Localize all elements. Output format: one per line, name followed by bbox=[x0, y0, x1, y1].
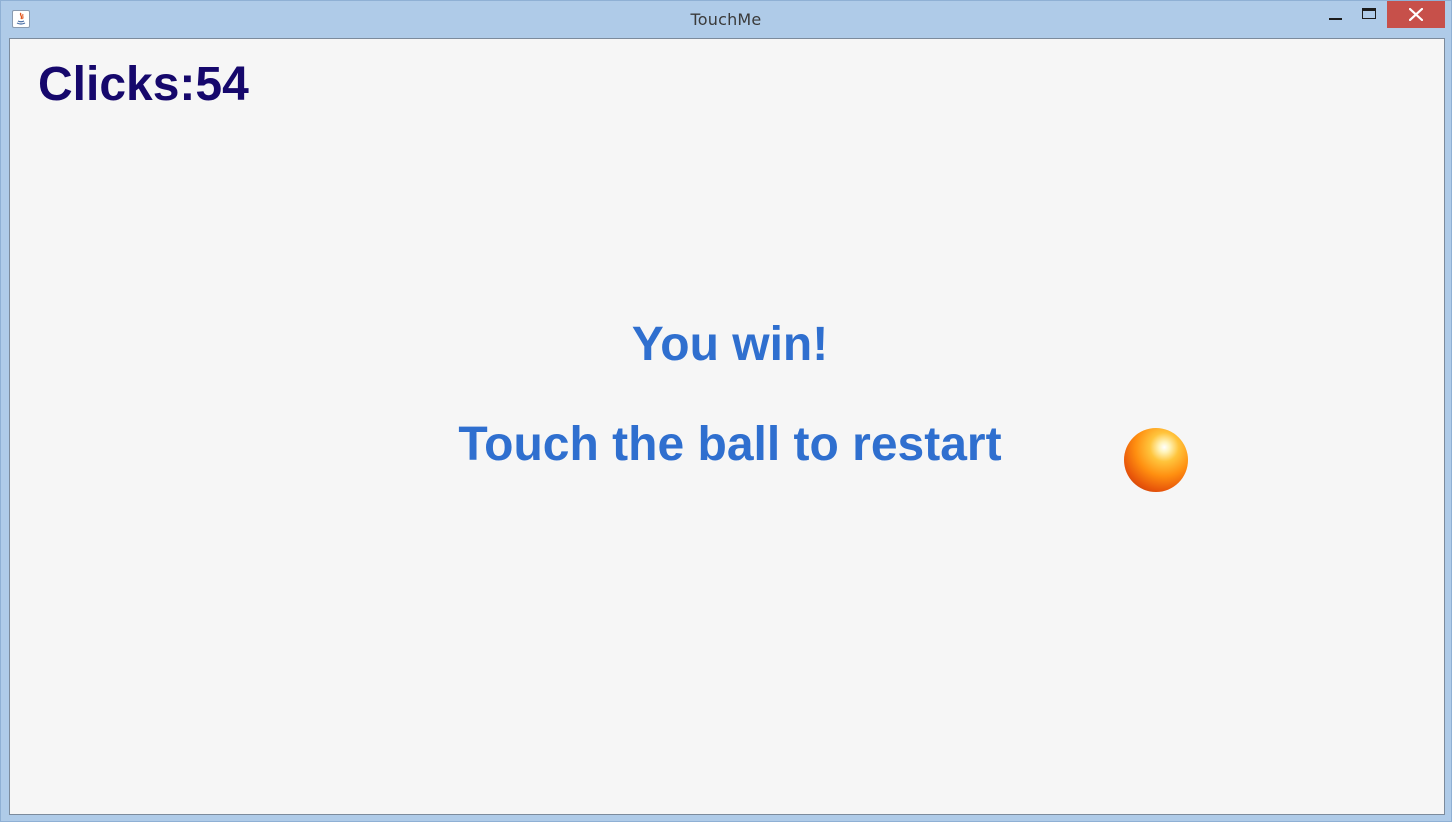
minimize-button[interactable] bbox=[1319, 1, 1351, 28]
window-title: TouchMe bbox=[690, 10, 762, 29]
clicks-counter: Clicks:54 bbox=[38, 58, 249, 111]
win-message: You win! bbox=[631, 318, 829, 371]
minimize-icon bbox=[1329, 18, 1342, 20]
close-icon bbox=[1409, 8, 1423, 21]
app-window: TouchMe Clicks:54 You win! Touch the bal… bbox=[0, 0, 1452, 822]
maximize-icon bbox=[1362, 8, 1376, 19]
game-canvas[interactable]: Clicks:54 You win! Touch the ball to res… bbox=[9, 38, 1445, 815]
game-ball[interactable] bbox=[1124, 428, 1188, 492]
restart-message: Touch the ball to restart bbox=[458, 418, 1002, 471]
title-bar[interactable]: TouchMe bbox=[1, 1, 1451, 38]
close-button[interactable] bbox=[1387, 1, 1445, 28]
maximize-button[interactable] bbox=[1353, 1, 1385, 28]
